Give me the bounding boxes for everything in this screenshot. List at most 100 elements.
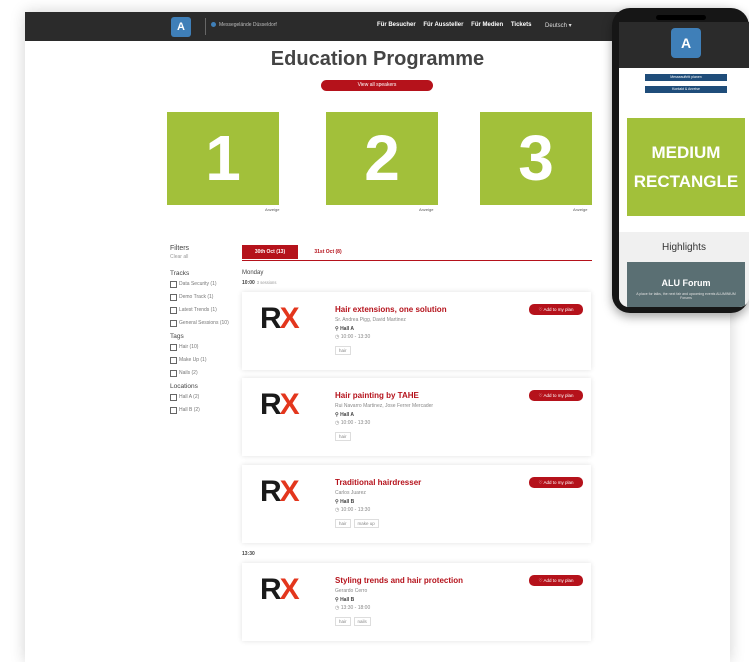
mobile-screen: A Messeauftritt planen Kontakt & Anreise… — [619, 22, 749, 307]
time-slot-heading: 10:00 3 sessions — [242, 280, 276, 286]
session-title[interactable]: Traditional hairdresser — [335, 478, 421, 487]
filter-label: Demo Track (1) — [179, 294, 214, 300]
filter-location[interactable]: Hall B (2) — [170, 407, 240, 414]
tab-underline — [242, 260, 592, 261]
tag: hair — [335, 346, 351, 355]
tag: hair — [335, 617, 351, 626]
rx-logo: RX — [260, 475, 300, 508]
session-location: ⚲ Hall B — [335, 597, 355, 603]
filter-tag[interactable]: Nails (2) — [170, 370, 240, 377]
time-label: 10:00 — [242, 280, 255, 286]
alu-forum-card[interactable]: ALU Forum A place for talks, the next fa… — [627, 262, 745, 307]
session-tags: hair — [335, 346, 351, 355]
filter-label: Data Security (1) — [179, 281, 217, 287]
ad-banner-3[interactable]: 3 — [480, 112, 592, 205]
session-speakers: Rui Navarro Martinez, Jose Ferrer Mercad… — [335, 403, 434, 409]
main-nav: Für Besucher Für Aussteller Für Medien T… — [377, 22, 537, 28]
session-card[interactable]: RX Traditional hairdresser Carlos Juarez… — [242, 465, 591, 543]
ad-banner-1[interactable]: 1 — [167, 112, 279, 205]
session-tags: hair make up — [335, 519, 379, 528]
mobile-contact-button[interactable]: Kontakt & Anreise — [645, 86, 727, 93]
checkbox[interactable] — [170, 307, 177, 314]
mobile-logo[interactable]: A — [671, 28, 701, 58]
tab-day-1[interactable]: 30th Oct (13) — [242, 245, 298, 259]
phone-notch — [656, 15, 706, 20]
brand-text[interactable]: Messegelände Düsseldorf — [211, 22, 277, 28]
filters-panel: Filters Clear all Tracks Data Security (… — [170, 245, 240, 420]
checkbox[interactable] — [170, 281, 177, 288]
filter-track[interactable]: Latest Trends (1) — [170, 307, 240, 314]
nav-exhibitors[interactable]: Für Aussteller — [423, 22, 463, 28]
filter-label: Nails (2) — [179, 370, 198, 376]
session-card[interactable]: RX Hair painting by TAHE Rui Navarro Mar… — [242, 378, 591, 456]
filter-label: Hall B (2) — [179, 407, 200, 413]
filter-track[interactable]: Data Security (1) — [170, 281, 240, 288]
rx-logo: RX — [260, 302, 300, 335]
mobile-plan-button[interactable]: Messeauftritt planen — [645, 74, 727, 81]
filter-label: Hair (10) — [179, 344, 199, 350]
filter-tag[interactable]: Hair (10) — [170, 344, 240, 351]
filter-location[interactable]: Hall A (2) — [170, 394, 240, 401]
session-speakers: Carlos Juarez — [335, 490, 366, 496]
ad-label-1: Anzeige — [265, 207, 280, 212]
nav-media[interactable]: Für Medien — [471, 22, 503, 28]
session-time: ◷ 13:30 - 18:00 — [335, 605, 371, 611]
view-speakers-button[interactable]: View all speakers — [321, 80, 433, 91]
locations-heading: Locations — [170, 383, 198, 390]
session-tags: hair nails — [335, 617, 371, 626]
tag: nails — [353, 617, 371, 626]
checkbox[interactable] — [170, 357, 177, 364]
tracks-heading: Tracks — [170, 270, 190, 277]
tag: hair — [335, 432, 351, 441]
tag: hair — [335, 519, 351, 528]
clear-filters-link[interactable]: Clear all — [170, 254, 240, 260]
filter-label: Make Up (1) — [179, 357, 207, 363]
mobile-header: A — [619, 22, 749, 68]
filter-tag[interactable]: Make Up (1) — [170, 357, 240, 364]
session-card[interactable]: RX Hair extensions, one solution Sr. And… — [242, 292, 591, 370]
rx-logo: RX — [260, 388, 300, 421]
session-speakers: Gerardo Cerro — [335, 588, 368, 594]
nav-tickets[interactable]: Tickets — [511, 22, 532, 28]
tab-day-2[interactable]: 31st Oct (8) — [303, 245, 353, 259]
filter-label: Hall A (2) — [179, 394, 200, 400]
brand-dot-icon — [211, 22, 216, 28]
alu-forum-subtitle: A place for talks, the next fair and upc… — [636, 292, 736, 300]
filter-track[interactable]: Demo Track (1) — [170, 294, 240, 301]
ad-line-2: RECTANGLE — [633, 172, 739, 191]
add-to-plan-button[interactable]: ♡ Add to my plan — [529, 575, 583, 586]
checkbox[interactable] — [170, 370, 177, 377]
mobile-phone-mockup: A Messeauftritt planen Kontakt & Anreise… — [612, 8, 749, 313]
session-title[interactable]: Hair painting by TAHE — [335, 391, 419, 400]
divider — [205, 18, 206, 35]
session-tags: hair — [335, 432, 351, 441]
session-location: ⚲ Hall B — [335, 499, 355, 505]
session-card[interactable]: RX Styling trends and hair protection Ge… — [242, 563, 591, 641]
session-time: ◷ 10:00 - 13:30 — [335, 507, 371, 513]
ad-banner-2[interactable]: 2 — [326, 112, 438, 205]
filter-label: Latest Trends (1) — [179, 307, 217, 313]
filters-title: Filters — [170, 245, 190, 252]
filter-label: General Sessions (10) — [179, 320, 229, 326]
session-title[interactable]: Styling trends and hair protection — [335, 576, 463, 585]
checkbox[interactable] — [170, 407, 177, 414]
mobile-ad-banner[interactable]: MEDIUM RECTANGLE — [627, 118, 745, 216]
session-time: ◷ 10:00 - 13:30 — [335, 334, 371, 340]
checkbox[interactable] — [170, 320, 177, 327]
session-title[interactable]: Hair extensions, one solution — [335, 305, 447, 314]
add-to-plan-button[interactable]: ♡ Add to my plan — [529, 477, 583, 488]
checkbox[interactable] — [170, 344, 177, 351]
add-to-plan-button[interactable]: ♡ Add to my plan — [529, 304, 583, 315]
checkbox[interactable] — [170, 394, 177, 401]
site-logo[interactable]: A — [171, 17, 191, 37]
session-count: 3 sessions — [256, 280, 277, 285]
add-to-plan-button[interactable]: ♡ Add to my plan — [529, 390, 583, 401]
ad-line-1: MEDIUM — [651, 143, 721, 162]
filter-track[interactable]: General Sessions (10) — [170, 320, 240, 327]
nav-visitors[interactable]: Für Besucher — [377, 22, 416, 28]
highlights-title: Highlights — [662, 242, 706, 253]
day-heading: Monday — [242, 270, 264, 276]
checkbox[interactable] — [170, 294, 177, 301]
language-selector[interactable]: Deutsch ▾ — [545, 22, 572, 29]
ad-label-3: Anzeige — [573, 207, 588, 212]
